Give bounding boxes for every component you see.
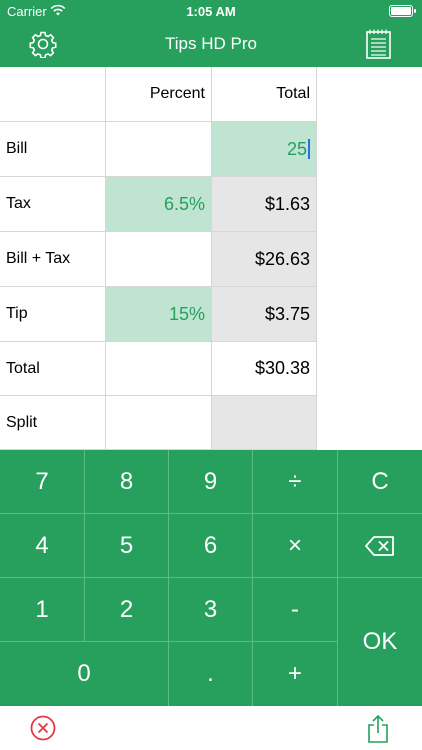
numeric-keypad: 7 8 9 ÷ C 4 5 6 × 1 2 3 - 0 . + OK [0, 450, 422, 706]
row-label-bill-plus-tax: Bill + Tax [0, 232, 106, 287]
row-label-total: Total [0, 342, 106, 396]
tip-total-value: $3.75 [212, 287, 317, 342]
split-total-value [212, 396, 317, 450]
key-5[interactable]: 5 [85, 514, 169, 578]
close-circle-icon[interactable] [30, 715, 56, 741]
bill-plus-tax-total-value: $26.63 [212, 232, 317, 287]
key-2[interactable]: 2 [85, 578, 169, 642]
key-6[interactable]: 6 [169, 514, 253, 578]
row-label-tax: Tax [0, 177, 106, 232]
backspace-icon [365, 535, 394, 556]
battery-icon [389, 5, 416, 17]
split-percent-cell [106, 396, 212, 450]
bill-input-value: 25 [286, 138, 307, 159]
tip-table: Percent Total Bill 25 Tax 6.5% $1.63 Bil… [0, 67, 317, 450]
key-divide[interactable]: ÷ [253, 450, 338, 514]
share-icon[interactable] [367, 714, 389, 744]
total-percent-cell [106, 342, 212, 396]
key-1[interactable]: 1 [0, 578, 85, 642]
bill-percent-cell [106, 122, 212, 177]
header-percent: Percent [106, 67, 212, 122]
bill-input-field[interactable]: 25 [212, 122, 317, 177]
key-clear[interactable]: C [338, 450, 422, 514]
key-9[interactable]: 9 [169, 450, 253, 514]
bill-plus-tax-percent-cell [106, 232, 212, 287]
key-7[interactable]: 7 [0, 450, 85, 514]
header-empty-cell [0, 67, 106, 122]
status-bar: Carrier 1:05 AM [0, 0, 422, 22]
key-multiply[interactable]: × [253, 514, 338, 578]
tip-percent-field[interactable]: 15% [106, 287, 212, 342]
ok-button[interactable]: OK [338, 578, 422, 706]
row-label-bill: Bill [0, 122, 106, 177]
key-0[interactable]: 0 [0, 642, 169, 706]
status-time: 1:05 AM [186, 4, 236, 19]
tax-percent-field[interactable]: 6.5% [106, 177, 212, 232]
key-3[interactable]: 3 [169, 578, 253, 642]
bottom-toolbar [0, 706, 422, 750]
text-cursor [308, 139, 310, 159]
key-plus[interactable]: + [253, 642, 338, 706]
key-4[interactable]: 4 [0, 514, 85, 578]
key-8[interactable]: 8 [85, 450, 169, 514]
key-minus[interactable]: - [253, 578, 338, 642]
key-decimal[interactable]: . [169, 642, 253, 706]
notepad-icon[interactable] [366, 29, 391, 59]
top-bar: Carrier 1:05 AM Tips HD Pro [0, 0, 422, 67]
tax-total-value: $1.63 [212, 177, 317, 232]
header-total: Total [212, 67, 317, 122]
row-label-tip: Tip [0, 287, 106, 342]
key-backspace[interactable] [338, 514, 422, 578]
page-title: Tips HD Pro [165, 34, 257, 53]
grand-total-value: $30.38 [212, 342, 317, 396]
row-label-split: Split [0, 396, 106, 450]
